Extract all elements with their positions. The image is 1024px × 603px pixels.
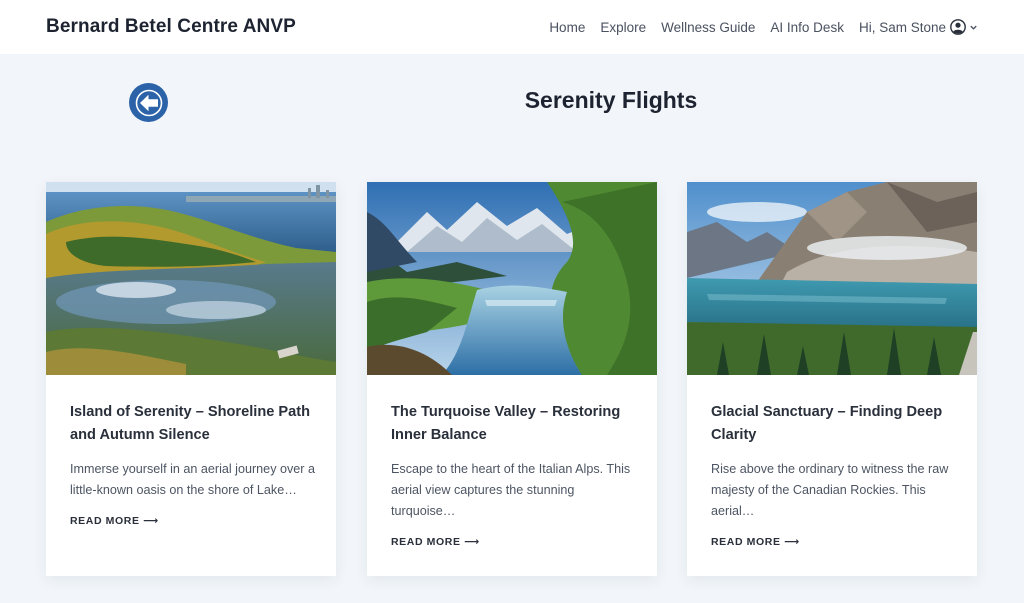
read-more-link[interactable]: READ MORE ⟶ bbox=[70, 515, 159, 527]
post-title[interactable]: The Turquoise Valley – Restoring Inner B… bbox=[391, 401, 637, 447]
arrow-left-icon bbox=[135, 89, 162, 116]
post-thumbnail[interactable] bbox=[367, 182, 657, 375]
back-button[interactable] bbox=[129, 83, 168, 122]
nav-home[interactable]: Home bbox=[549, 20, 585, 35]
user-avatar-icon bbox=[950, 19, 966, 35]
post-title[interactable]: Island of Serenity – Shoreline Path and … bbox=[70, 401, 316, 447]
user-greeting: Hi, Sam Stone bbox=[858, 19, 946, 35]
user-menu[interactable]: Hi, Sam Stone bbox=[859, 19, 978, 35]
nav-ai-info-desk[interactable]: AI Info Desk bbox=[770, 20, 844, 35]
post-thumbnail[interactable] bbox=[687, 182, 977, 375]
site-title[interactable]: Bernard Betel Centre ANVP bbox=[46, 16, 296, 38]
post-thumbnail[interactable] bbox=[46, 182, 336, 375]
post-excerpt: Escape to the heart of the Italian Alps.… bbox=[391, 462, 631, 518]
read-more-link[interactable]: READ MORE ⟶ bbox=[391, 536, 480, 548]
post-card-body: Island of Serenity – Shoreline Path and … bbox=[70, 401, 316, 529]
post-card: Island of Serenity – Shoreline Path and … bbox=[46, 182, 336, 576]
site-header: Bernard Betel Centre ANVP Home Explore W… bbox=[0, 0, 1024, 54]
post-card: Glacial Sanctuary – Finding Deep Clarity… bbox=[687, 182, 977, 576]
read-more-link[interactable]: READ MORE ⟶ bbox=[711, 536, 800, 548]
nav-wellness-guide[interactable]: Wellness Guide bbox=[661, 20, 755, 35]
post-title[interactable]: Glacial Sanctuary – Finding Deep Clarity bbox=[711, 401, 957, 447]
chevron-down-icon bbox=[970, 25, 977, 30]
post-excerpt: Immerse yourself in an aerial journey ov… bbox=[70, 462, 315, 497]
post-card-body: The Turquoise Valley – Restoring Inner B… bbox=[391, 401, 637, 550]
page-title: Serenity Flights bbox=[524, 87, 698, 113]
post-card-body: Glacial Sanctuary – Finding Deep Clarity… bbox=[711, 401, 957, 550]
nav-explore[interactable]: Explore bbox=[600, 20, 646, 35]
main-nav: Home Explore Wellness Guide AI Info Desk… bbox=[549, 19, 978, 35]
post-card: The Turquoise Valley – Restoring Inner B… bbox=[367, 182, 657, 576]
post-excerpt: Rise above the ordinary to witness the r… bbox=[711, 462, 949, 518]
